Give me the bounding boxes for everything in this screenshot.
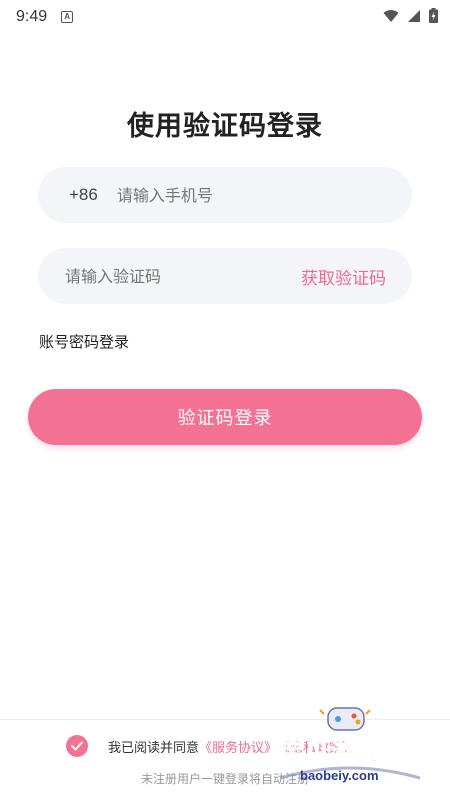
country-code-selector[interactable]: +86 — [69, 185, 98, 205]
page-title: 使用验证码登录 — [127, 111, 323, 142]
code-field: 获取验证码 — [38, 248, 412, 304]
watermark-logo: 宝贝游戏网 baobeiy.com — [270, 700, 430, 800]
password-login-link[interactable]: 账号密码登录 — [39, 331, 129, 352]
watermark-text: 宝贝游戏网 — [280, 738, 405, 767]
code-login-button[interactable]: 验证码登录 — [28, 389, 422, 445]
agreement-prefix: 我已阅读并同意 — [108, 740, 200, 756]
status-icons — [383, 7, 438, 27]
battery-charging-icon — [429, 7, 438, 27]
agreement-checkbox[interactable] — [66, 735, 88, 757]
service-agreement-link[interactable]: 《服务协议》 — [199, 737, 277, 756]
get-code-button[interactable]: 获取验证码 — [301, 264, 386, 289]
notification-icon: A — [61, 11, 74, 23]
signal-icon — [407, 8, 421, 27]
wifi-icon — [383, 8, 399, 27]
status-bar: 9:49 A — [0, 0, 450, 34]
status-time: 9:49 — [16, 8, 48, 25]
check-icon — [71, 741, 83, 751]
phone-input[interactable] — [116, 185, 337, 205]
verification-code-input[interactable] — [65, 266, 265, 286]
watermark-url: baobeiy.com — [300, 768, 379, 783]
phone-field: +86 — [38, 167, 412, 223]
